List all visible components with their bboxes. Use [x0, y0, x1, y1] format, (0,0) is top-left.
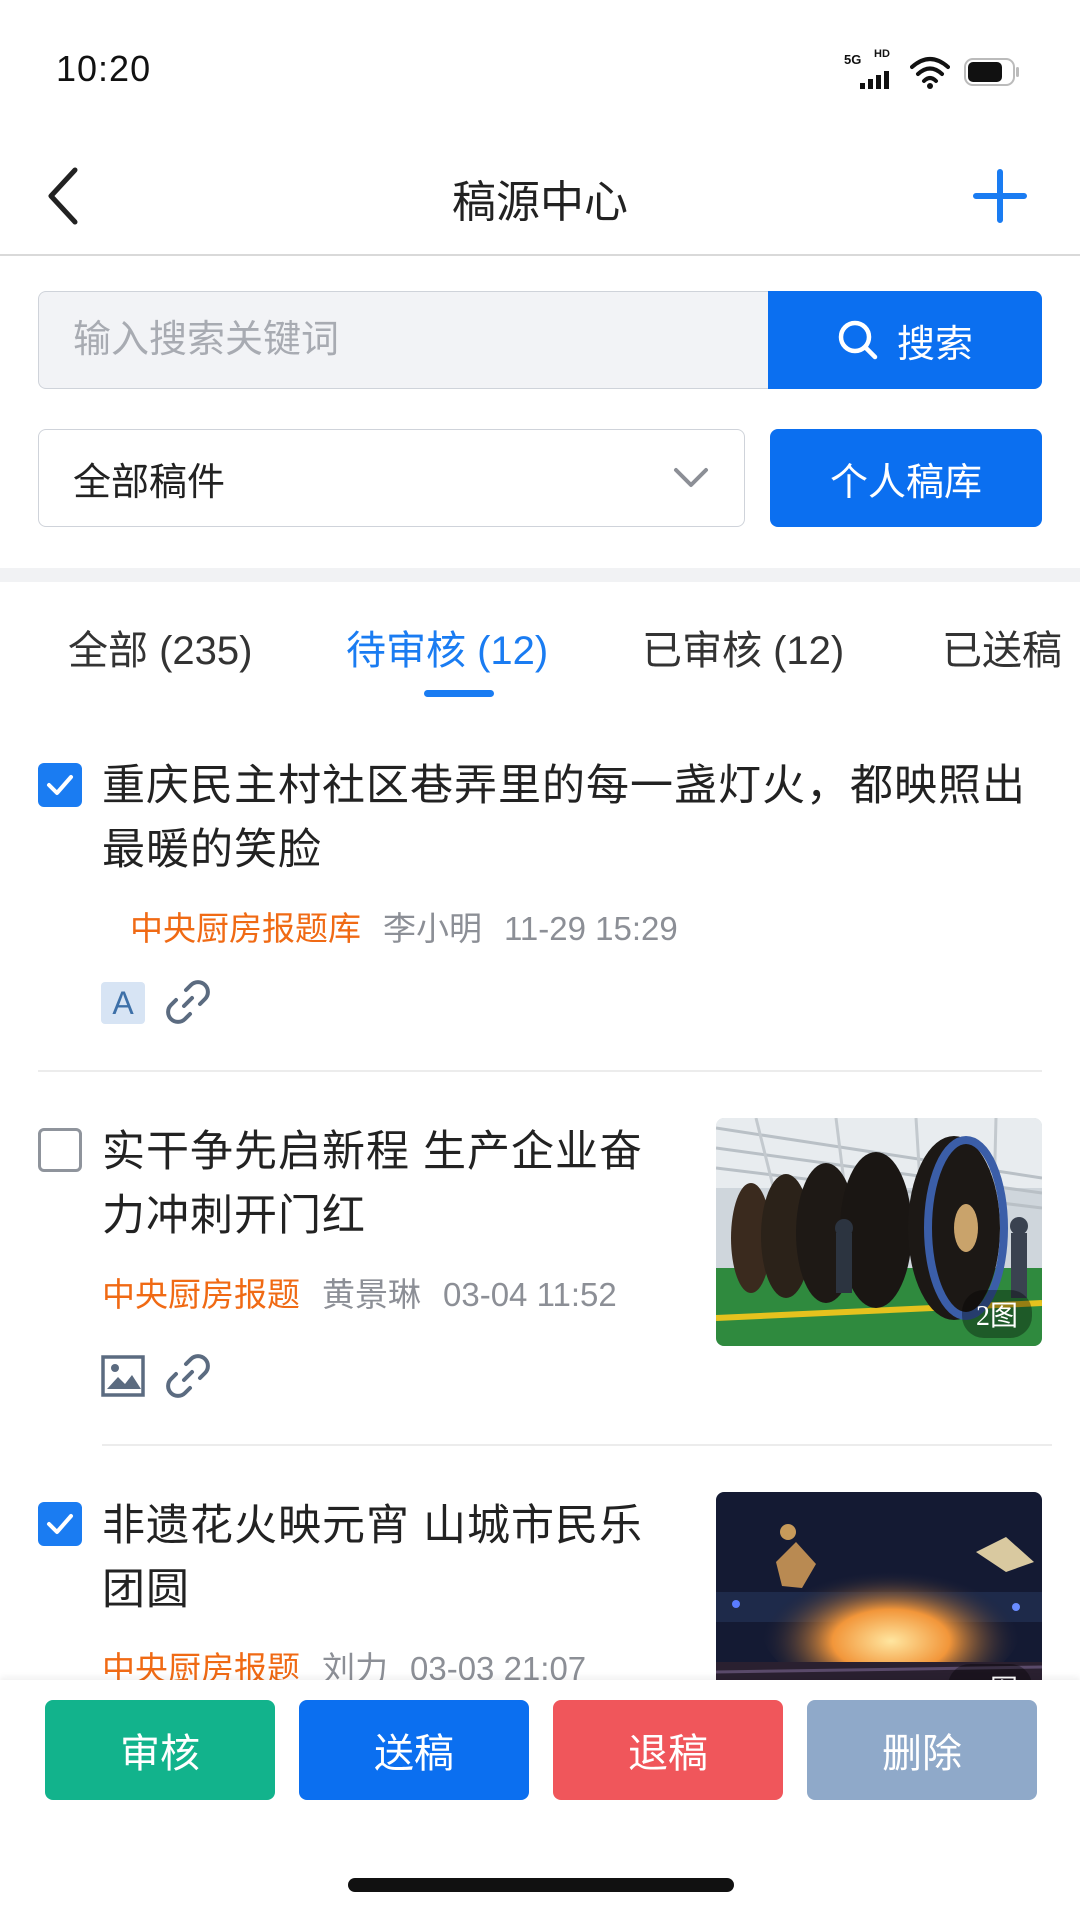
search-icon — [838, 320, 878, 360]
header: 稿源中心 — [0, 140, 1080, 256]
item-divider — [102, 1444, 1052, 1446]
signal-icon: 5G HD — [844, 48, 896, 92]
check-icon — [47, 1514, 73, 1534]
item-author: 黄景琳 — [322, 1276, 421, 1313]
delete-button[interactable]: 删除 — [807, 1700, 1037, 1800]
send-button[interactable]: 送稿 — [299, 1700, 529, 1800]
item-meta: 中央厨房报题 刘力 03-03 21:07 — [102, 1642, 586, 1680]
page-title: 稿源中心 — [452, 178, 628, 227]
item-thumbnail[interactable]: 2图 — [716, 1118, 1042, 1346]
image-count-badge: 12图 — [947, 1664, 1032, 1680]
list-item[interactable]: 重庆民主村社区巷弄里的每一盏灯火，都映照出最暖的笑脸 中央厨房报题库 李小明 11-… — [0, 740, 1080, 1070]
review-button[interactable]: 审核 — [45, 1700, 275, 1800]
check-icon — [47, 775, 73, 795]
tab-sent[interactable]: 已送稿 — [942, 618, 1062, 676]
filter-dropdown[interactable]: 全部稿件 — [38, 429, 745, 527]
image-icon — [101, 1355, 145, 1397]
item-time: 03-03 21:07 — [410, 1650, 587, 1680]
item-source: 中央厨房报题 — [102, 1276, 300, 1313]
item-meta: 中央厨房报题 黄景琳 03-04 11:52 — [102, 1268, 617, 1316]
return-button[interactable]: 退稿 — [553, 1700, 783, 1800]
item-divider — [38, 1070, 1042, 1072]
item-title: 非遗花火映元宵 山城市民乐团圆 — [102, 1502, 643, 1614]
add-button[interactable] — [962, 158, 1038, 234]
list-item[interactable]: 非遗花火映元宵 山城市民乐团圆 中央厨房报题刘力03-03 21:07 12 — [0, 1484, 1080, 1680]
item-title: 实干争先启新程 生产企业奋力冲刺开门红 — [102, 1128, 643, 1240]
item-time: 11-29 15:29 — [504, 910, 678, 947]
status-time: 10:20 — [56, 48, 152, 89]
link-icon — [166, 980, 210, 1024]
battery-icon — [964, 58, 1019, 86]
item-time: 03-04 11:52 — [443, 1276, 617, 1313]
home-indicator — [348, 1878, 734, 1892]
search-button[interactable]: 搜索 — [768, 291, 1042, 389]
item-checkbox[interactable] — [38, 1502, 82, 1546]
tab-all[interactable]: 全部 (235) — [68, 618, 253, 676]
image-count-badge: 2图 — [961, 1290, 1032, 1338]
search-input[interactable] — [38, 291, 768, 389]
wifi-icon — [910, 57, 950, 89]
section-divider — [0, 568, 1080, 582]
item-author: 李小明 — [383, 910, 482, 947]
item-thumbnail[interactable]: 12图 — [716, 1492, 1042, 1680]
personal-library-button[interactable]: 个人稿库 — [770, 429, 1042, 527]
item-title: 重庆民主村社区巷弄里的每一盏灯火，都映照出最暖的笑脸 — [102, 762, 1026, 874]
item-meta: 中央厨房报题库 李小明 11-29 15:29 — [130, 902, 678, 950]
fireworks-photo — [716, 1492, 1042, 1680]
tab-bar: 全部 (235) 待审核 (12) 已审核 (12) 已送稿 — [0, 582, 1080, 702]
item-checkbox[interactable] — [38, 1128, 82, 1172]
text-type-icon: A — [101, 982, 145, 1024]
item-source: 中央厨房报题 — [102, 1650, 300, 1680]
item-source: 中央厨房报题库 — [130, 910, 361, 947]
search-button-label: 搜索 — [896, 323, 973, 366]
link-icon — [166, 1354, 210, 1398]
chevron-down-icon — [674, 468, 708, 487]
plus-icon — [973, 169, 1027, 223]
item-checkbox[interactable] — [38, 763, 82, 807]
item-author: 刘力 — [322, 1650, 388, 1680]
filter-selected-value: 全部稿件 — [73, 461, 226, 504]
tab-pending-review[interactable]: 待审核 (12) — [346, 618, 548, 676]
tab-reviewed[interactable]: 已审核 (12) — [642, 618, 844, 676]
active-tab-indicator — [424, 690, 494, 697]
list-item[interactable]: 实干争先启新程 生产企业奋力冲刺开门红 中央厨房报题 黄景琳 03-04 11:52 — [0, 1110, 1080, 1440]
status-icons: 5G HD — [844, 48, 1020, 94]
